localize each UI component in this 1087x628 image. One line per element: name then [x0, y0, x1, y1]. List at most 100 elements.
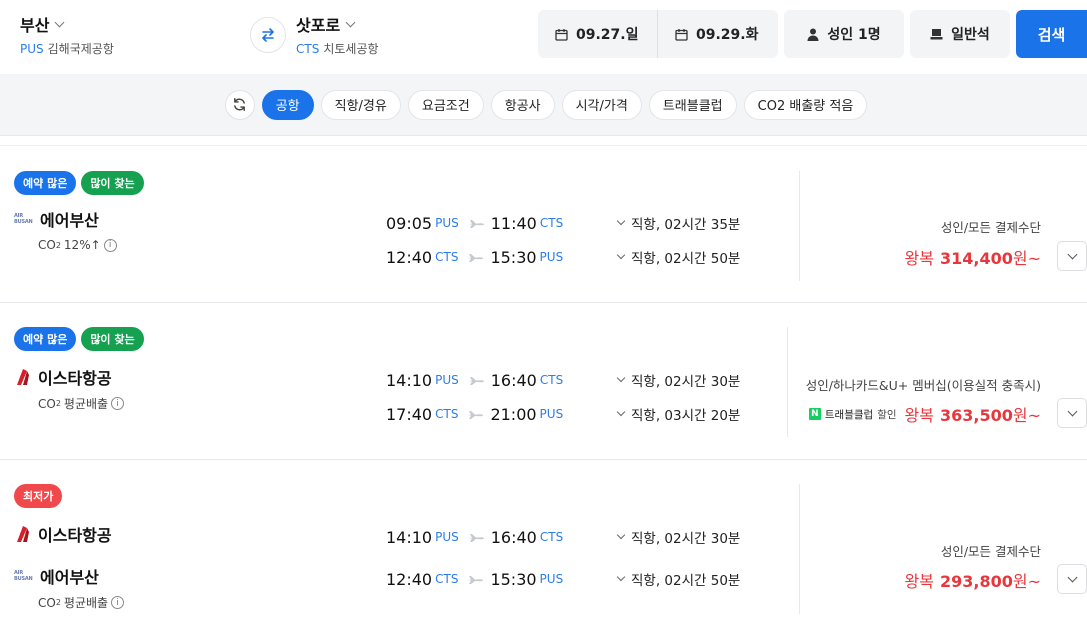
- expand-button[interactable]: [1057, 241, 1087, 271]
- chevron-down-icon: [616, 572, 626, 582]
- calendar-icon: [555, 28, 568, 41]
- origin-airport: 김해국제공항: [47, 42, 114, 56]
- leg-info-toggle[interactable]: 직항, 03시간 20분: [616, 404, 740, 424]
- price[interactable]: 왕복 293,800원~: [905, 568, 1041, 592]
- naver-n-icon: N: [808, 408, 821, 420]
- price-prefix: 왕복: [904, 249, 934, 268]
- leg-info-toggle[interactable]: 직항, 02시간 50분: [616, 569, 741, 589]
- price-condition: 성인/모든 결제수단: [940, 544, 1041, 559]
- flight-leg: 09:05 PUS 11:40 CTS 직항, 02시간 35분: [386, 211, 806, 235]
- travel-club-discount-label: 할인: [877, 408, 897, 421]
- reset-filters-button[interactable]: [224, 89, 255, 120]
- co2-sub: 2: [55, 399, 61, 408]
- price-divider: [787, 327, 788, 437]
- airbusan-logo: AIR BUSAN: [14, 213, 33, 225]
- result-card[interactable]: 예약 많은 많이 찾는 AIR BUSAN 에어부산 CO 2 12%↑ i 09…: [0, 147, 1087, 303]
- price-amount: 314,400: [939, 249, 1013, 268]
- expand-button[interactable]: [1057, 398, 1087, 428]
- dep-time: 17:40: [386, 404, 433, 424]
- arr-time: 16:40: [490, 370, 537, 390]
- arr-time: 21:00: [490, 404, 537, 424]
- eastarjet-logo: [17, 526, 29, 542]
- depart-date-button[interactable]: 09.27.일: [555, 10, 638, 58]
- passenger-label: 성인 1명: [827, 27, 881, 43]
- badge-popular: 예약 많은: [14, 327, 77, 351]
- airline-name: 에어부산: [40, 568, 99, 587]
- chevron-down-icon: [616, 216, 626, 226]
- leg-info-toggle[interactable]: 직항, 02시간 30분: [616, 527, 740, 547]
- search-button[interactable]: 검색: [1016, 10, 1087, 58]
- arr-code: CTS: [539, 216, 564, 230]
- arr-time: 16:40: [490, 527, 537, 547]
- chevron-down-icon: [55, 17, 65, 27]
- price-suffix: 원~: [1012, 406, 1041, 425]
- leg-info-toggle[interactable]: 직항, 02시간 30분: [616, 370, 740, 390]
- info-icon[interactable]: i: [103, 238, 117, 252]
- dep-time: 14:10: [386, 370, 433, 390]
- dep-code: CTS: [435, 407, 459, 421]
- co2-sub: 2: [55, 598, 61, 607]
- depart-date: 09.27.일: [576, 27, 639, 43]
- airbusan-logo: AIR BUSAN: [14, 570, 33, 582]
- price-prefix: 왕복: [904, 572, 934, 591]
- leg-info-toggle[interactable]: 직항, 02시간 50분: [616, 247, 740, 267]
- badge-row: 예약 많은 많이 찾는: [14, 171, 144, 195]
- filter-chip-co2[interactable]: CO2 배출량 적음: [743, 89, 868, 120]
- airline-row: 이스타항공: [14, 522, 112, 546]
- co2-label: CO: [38, 396, 56, 411]
- result-card[interactable]: 예약 많은 많이 찾는 이스타항공 CO 2 평균배출 i 14:10 PUS 1…: [0, 303, 1087, 460]
- filter-chip-fare[interactable]: 요금조건: [407, 89, 484, 120]
- travel-club-label: 트래블클럽: [824, 408, 874, 421]
- travel-club-discount: N 트래블클럽 할인: [808, 407, 897, 422]
- filter-chip-direct[interactable]: 직항/경유: [320, 89, 401, 120]
- filter-chip-travel-club[interactable]: 트래블클럽: [648, 89, 737, 120]
- dep-code: PUS: [435, 373, 459, 387]
- origin-city: 부산: [20, 16, 50, 35]
- price-prefix: 왕복: [904, 406, 934, 425]
- price-suffix: 원~: [1012, 249, 1041, 268]
- arr-code: PUS: [539, 572, 564, 586]
- price-amount: 293,800: [939, 572, 1013, 591]
- price[interactable]: N 트래블클럽 할인 왕복 363,500원~: [808, 402, 1041, 426]
- chevron-down-icon: [616, 407, 626, 417]
- dep-time: 12:40: [386, 247, 433, 267]
- swap-route-button[interactable]: [250, 17, 286, 53]
- return-date-button[interactable]: 09.29.화: [675, 10, 758, 58]
- swap-icon: [262, 28, 274, 42]
- origin-code: PUS: [20, 42, 44, 56]
- price[interactable]: 왕복 314,400원~: [905, 245, 1041, 269]
- info-icon[interactable]: i: [111, 397, 125, 410]
- co2-indicator: CO 2 12%↑ i: [38, 238, 117, 252]
- chevron-down-icon: [1067, 572, 1077, 582]
- filter-chip-airport[interactable]: 공항: [261, 89, 314, 120]
- chevron-down-icon: [616, 530, 626, 540]
- result-card[interactable]: 최저가 이스타항공 AIR BUSAN 에어부산 CO 2 평균배출 i 14:1…: [0, 460, 1087, 628]
- leg-info: 직항, 02시간 50분: [631, 573, 741, 589]
- origin-selector[interactable]: 부산 PUS 김해국제공항: [20, 12, 114, 57]
- price-divider: [799, 171, 800, 281]
- plane-icon: [466, 409, 484, 419]
- dep-code: PUS: [435, 530, 459, 544]
- filter-chip-airline[interactable]: 항공사: [490, 89, 555, 120]
- co2-label: CO: [38, 238, 56, 252]
- passenger-button[interactable]: 성인 1명: [784, 10, 904, 58]
- leg-info-toggle[interactable]: 직항, 02시간 35분: [616, 213, 741, 233]
- price-suffix: 원~: [1012, 572, 1041, 591]
- expand-button[interactable]: [1057, 564, 1087, 594]
- list-top-spacer: [0, 136, 1087, 146]
- arr-code: PUS: [539, 250, 564, 264]
- leg-info: 직항, 02시간 35분: [631, 217, 741, 233]
- co2-value: 평균배출: [63, 596, 109, 610]
- plane-icon: [467, 532, 485, 542]
- co2-indicator: CO 2 평균배출 i: [38, 395, 125, 412]
- dep-code: PUS: [435, 216, 459, 230]
- co2-value: 평균배출: [63, 397, 109, 411]
- dep-time: 12:40: [386, 569, 433, 589]
- plane-icon: [466, 574, 484, 584]
- destination-selector[interactable]: 삿포로 CTS 치토세공항: [296, 12, 379, 57]
- cabin-class-button[interactable]: 일반석: [910, 10, 1010, 58]
- filter-chip-time-price[interactable]: 시각/가격: [561, 89, 642, 120]
- flight-leg: 14:10 PUS 16:40 CTS 직항, 02시간 30분: [386, 525, 806, 549]
- info-icon[interactable]: i: [111, 596, 125, 609]
- plane-icon: [466, 252, 484, 262]
